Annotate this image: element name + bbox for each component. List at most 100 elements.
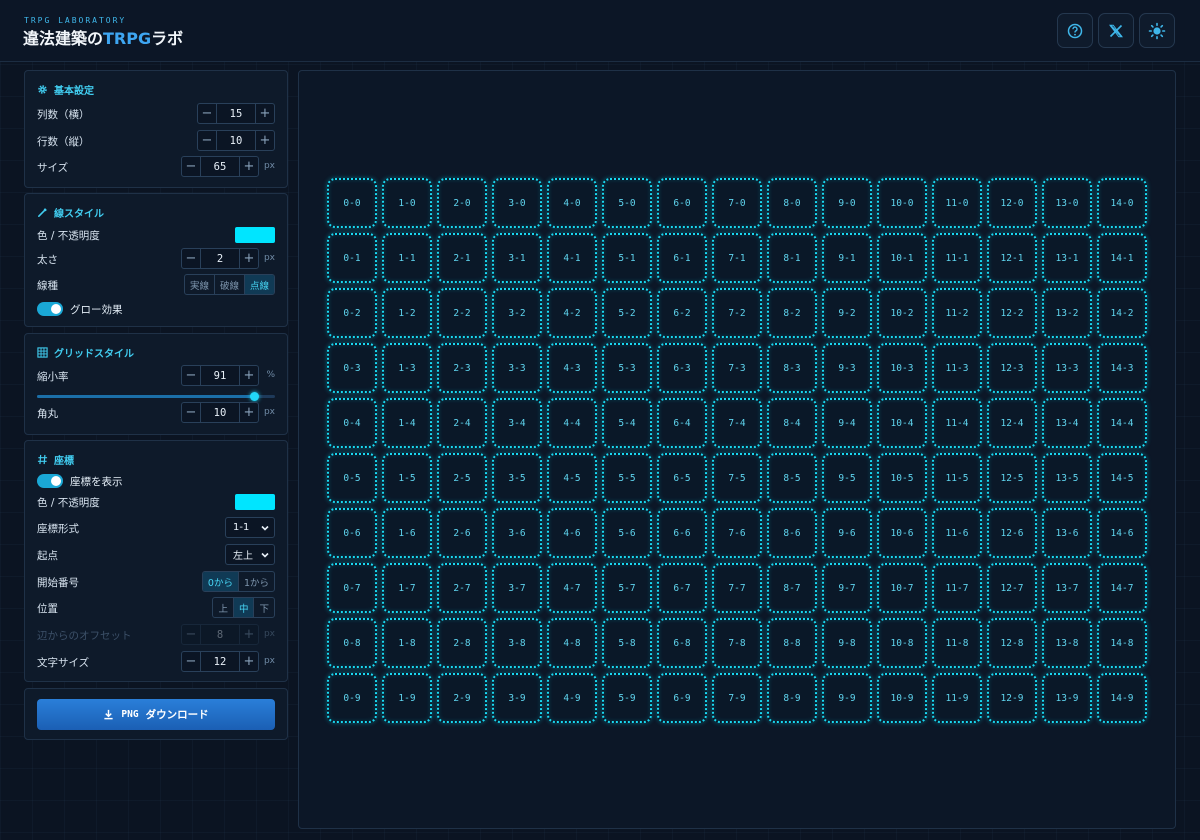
font-size-row: 文字サイズ − 12 + px — [37, 651, 275, 673]
position-middle-option[interactable]: 中 — [232, 598, 254, 617]
grid-cell: 8-5 — [767, 453, 817, 503]
grid-cell: 3-4 — [492, 398, 542, 448]
coord-format-select[interactable]: 1-1 — [225, 517, 275, 538]
size-increment-button[interactable]: + — [240, 157, 258, 176]
brand-title[interactable]: 違法建築のTRPGラボ — [23, 25, 183, 49]
radius-decrement-button[interactable]: − — [182, 403, 200, 422]
grid-cell: 4-2 — [547, 288, 597, 338]
position-segmented[interactable]: 上 中 下 — [212, 597, 275, 618]
offset-label: 辺からのオフセット — [37, 630, 132, 642]
line-type-segmented[interactable]: 実線 破線 点線 — [183, 274, 275, 295]
scale-unit: % — [266, 370, 275, 380]
grid-cell: 0-3 — [327, 343, 377, 393]
grid-cell: 8-1 — [767, 233, 817, 283]
start-number-segmented[interactable]: 0から 1から — [201, 571, 275, 592]
line-color-swatch[interactable] — [235, 227, 275, 243]
show-coords-toggle-knob — [51, 476, 61, 486]
columns-stepper[interactable]: − 15 + — [197, 103, 275, 124]
line-width-decrement-button[interactable]: − — [182, 249, 200, 268]
rows-value[interactable]: 10 — [216, 131, 256, 150]
grid-cell: 3-1 — [492, 233, 542, 283]
rows-decrement-button[interactable]: − — [198, 131, 216, 150]
sun-icon — [1148, 22, 1166, 39]
grid-cell: 2-7 — [437, 563, 487, 613]
line-type-dotted-option[interactable]: 点線 — [243, 275, 274, 294]
show-coords-toggle[interactable] — [37, 474, 63, 488]
position-top-option[interactable]: 上 — [213, 598, 233, 617]
hex-grid-preview: 0-0 1-0 2-0 3-0 4-0 5-0 6-0 7-0 8-0 9-0 10-0 11-0 12… — [327, 178, 1147, 723]
font-size-unit: px — [263, 656, 275, 666]
grid-cell: 12-1 — [987, 233, 1037, 283]
scale-value[interactable]: 91 — [200, 366, 240, 385]
columns-increment-button[interactable]: + — [256, 104, 274, 123]
radius-value[interactable]: 10 — [200, 403, 240, 422]
glow-toggle-knob — [51, 304, 61, 314]
offset-increment-button[interactable]: + — [240, 625, 258, 644]
grid-cell: 13-9 — [1042, 673, 1092, 723]
position-bottom-option[interactable]: 下 — [253, 598, 274, 617]
line-width-value[interactable]: 2 — [200, 249, 240, 268]
grid-cell: 12-4 — [987, 398, 1037, 448]
scale-slider-handle[interactable] — [249, 392, 259, 401]
grid-cell: 12-6 — [987, 508, 1037, 558]
columns-value[interactable]: 15 — [216, 104, 256, 123]
scale-row: 縮小率 − 91 + % — [37, 365, 275, 387]
grid-cell: 13-1 — [1042, 233, 1092, 283]
coord-format-row: 座標形式 1-1 — [37, 517, 275, 539]
basic-settings-panel: 基本設定 列数（横） − 15 + 行数（縦） − 10 + サイズ − 65 … — [24, 70, 288, 188]
font-size-increment-button[interactable]: + — [240, 652, 258, 671]
png-download-button[interactable]: PNG ダウンロード — [37, 699, 275, 730]
theme-toggle-button[interactable] — [1139, 13, 1175, 48]
grid-cell: 0-6 — [327, 508, 377, 558]
start-one-option[interactable]: 1から — [237, 572, 274, 591]
line-type-solid-option[interactable]: 実線 — [185, 275, 214, 294]
offset-value[interactable]: 8 — [200, 625, 240, 644]
grid-cell: 14-0 — [1097, 178, 1147, 228]
scale-stepper[interactable]: − 91 + — [181, 365, 259, 386]
start-zero-option[interactable]: 0から — [202, 572, 238, 591]
columns-decrement-button[interactable]: − — [198, 104, 216, 123]
grid-preview-canvas[interactable]: 0-0 1-0 2-0 3-0 4-0 5-0 6-0 7-0 8-0 9-0 10-0 11-0 12… — [298, 70, 1176, 829]
rows-stepper[interactable]: − 10 + — [197, 130, 275, 151]
glow-toggle[interactable] — [37, 302, 63, 316]
size-stepper[interactable]: − 65 + — [181, 156, 259, 177]
grid-cell: 7-7 — [712, 563, 762, 613]
grid-cell: 0-2 — [327, 288, 377, 338]
line-width-stepper[interactable]: − 2 + — [181, 248, 259, 269]
grid-cell: 8-0 — [767, 178, 817, 228]
grid-cell: 12-2 — [987, 288, 1037, 338]
grid-cell: 0-8 — [327, 618, 377, 668]
help-button[interactable] — [1057, 13, 1093, 48]
grid-cell: 0-5 — [327, 453, 377, 503]
scale-slider[interactable] — [37, 392, 275, 401]
coord-color-label: 色 / 不透明度 — [37, 497, 100, 509]
grid-cell: 2-9 — [437, 673, 487, 723]
scale-decrement-button[interactable]: − — [182, 366, 200, 385]
grid-cell: 11-5 — [932, 453, 982, 503]
grid-cell: 11-8 — [932, 618, 982, 668]
coord-color-swatch[interactable] — [235, 494, 275, 510]
x-share-button[interactable] — [1098, 13, 1134, 48]
line-width-increment-button[interactable]: + — [240, 249, 258, 268]
grid-cell: 6-0 — [657, 178, 707, 228]
grid-cell: 14-1 — [1097, 233, 1147, 283]
grid-cell: 3-0 — [492, 178, 542, 228]
radius-stepper[interactable]: − 10 + — [181, 402, 259, 423]
grid-cell: 7-9 — [712, 673, 762, 723]
grid-cell: 12-9 — [987, 673, 1037, 723]
font-size-value[interactable]: 12 — [200, 652, 240, 671]
grid-cell: 2-8 — [437, 618, 487, 668]
grid-cell: 12-8 — [987, 618, 1037, 668]
font-size-decrement-button[interactable]: − — [182, 652, 200, 671]
rows-increment-button[interactable]: + — [256, 131, 274, 150]
origin-select[interactable]: 左上 — [225, 544, 275, 565]
size-value[interactable]: 65 — [200, 157, 240, 176]
line-color-label: 色 / 不透明度 — [37, 230, 100, 242]
offset-stepper[interactable]: − 8 + — [181, 624, 259, 645]
font-size-stepper[interactable]: − 12 + — [181, 651, 259, 672]
scale-increment-button[interactable]: + — [240, 366, 258, 385]
radius-increment-button[interactable]: + — [240, 403, 258, 422]
offset-decrement-button[interactable]: − — [182, 625, 200, 644]
size-decrement-button[interactable]: − — [182, 157, 200, 176]
line-type-dashed-option[interactable]: 破線 — [213, 275, 244, 294]
